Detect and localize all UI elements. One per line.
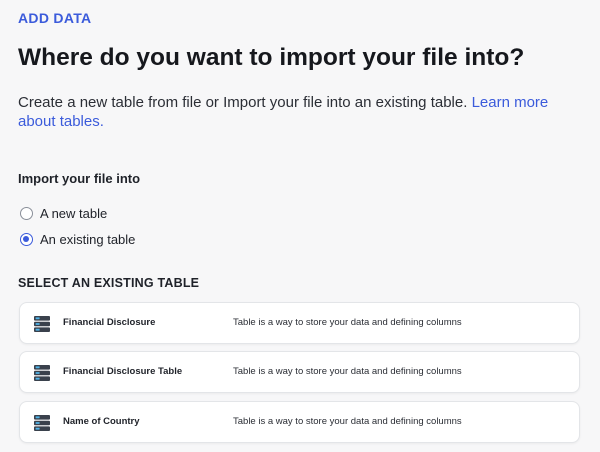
table-name: Financial Disclosure Table xyxy=(63,366,183,377)
table-name: Financial Disclosure xyxy=(63,317,156,328)
description-text: Create a new table from file or Import y… xyxy=(18,94,468,111)
section-label: SELECT AN EXISTING TABLE xyxy=(18,276,200,290)
table-description: Table is a way to store your data and de… xyxy=(233,366,462,377)
table-name: Name of Country xyxy=(63,416,140,427)
eyebrow-label: ADD DATA xyxy=(18,10,92,26)
radio-new-table[interactable]: A new table xyxy=(20,206,107,221)
table-description: Table is a way to store your data and de… xyxy=(233,416,462,427)
radio-existing-table[interactable]: An existing table xyxy=(20,232,135,247)
database-icon xyxy=(34,316,50,332)
page-description: Create a new table from file or Import y… xyxy=(18,93,588,131)
page-title: Where do you want to import your file in… xyxy=(18,44,525,71)
table-card-financial-disclosure-table[interactable]: Financial Disclosure Table Table is a wa… xyxy=(19,351,580,393)
table-card-financial-disclosure[interactable]: Financial Disclosure Table is a way to s… xyxy=(19,302,580,344)
table-description: Table is a way to store your data and de… xyxy=(233,317,462,328)
import-into-label: Import your file into xyxy=(18,171,141,186)
radio-label: A new table xyxy=(40,206,108,221)
radio-button-selected[interactable] xyxy=(20,233,33,246)
database-icon xyxy=(34,415,50,431)
radio-label: An existing table xyxy=(40,232,136,247)
radio-button[interactable] xyxy=(20,207,33,220)
database-icon xyxy=(34,365,50,381)
table-card-name-of-country[interactable]: Name of Country Table is a way to store … xyxy=(19,401,580,443)
